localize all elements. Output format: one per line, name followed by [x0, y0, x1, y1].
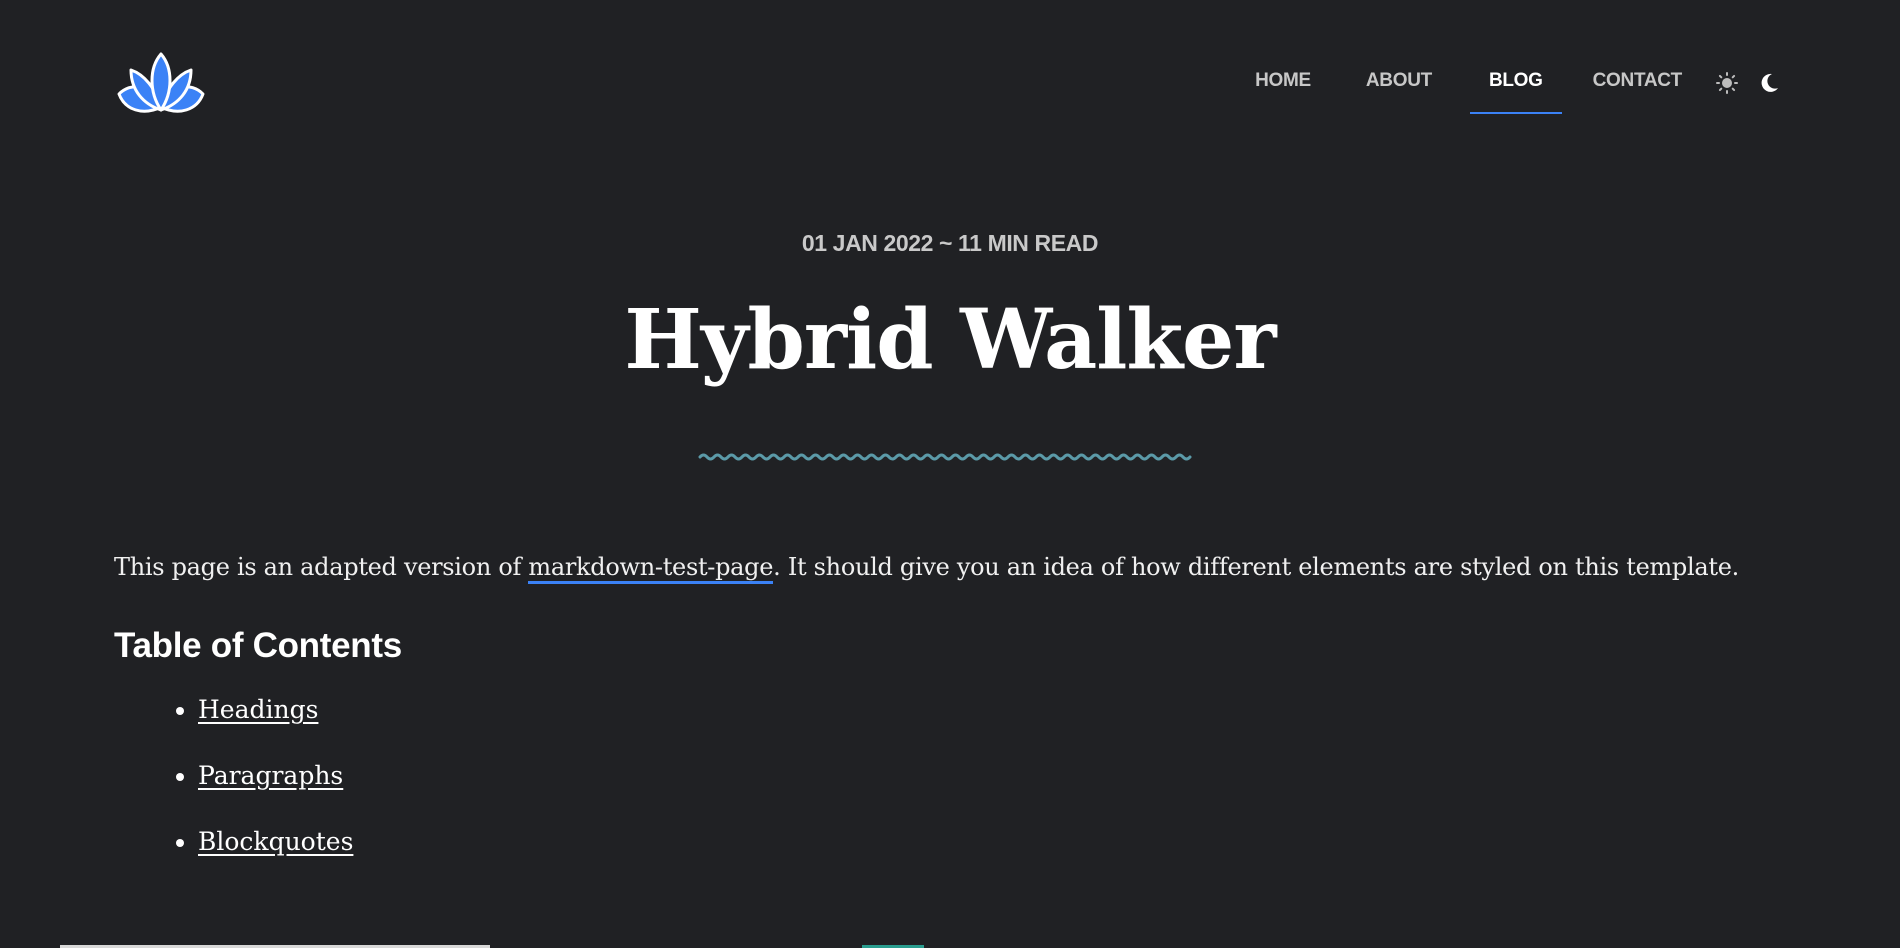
post-content: This page is an adapted version of markd…: [114, 544, 1794, 890]
main-nav: HOME ABOUT BLOG CONTACT: [1255, 60, 1780, 114]
post-meta: 01 JAN 2022 ~ 11 MIN READ: [801, 230, 1099, 256]
intro-text-before: This page is an adapted version of: [114, 553, 529, 581]
toc-item: Paragraphs: [198, 758, 1794, 794]
theme-toggle: [1716, 72, 1780, 94]
toc-item: Headings: [198, 692, 1794, 728]
toc-item: Blockquotes: [198, 824, 1794, 860]
site-header: HOME ABOUT BLOG CONTACT: [0, 0, 1900, 170]
nav-blog[interactable]: BLOG: [1470, 60, 1562, 114]
intro-paragraph: This page is an adapted version of markd…: [114, 544, 1794, 590]
nav-contact[interactable]: CONTACT: [1593, 60, 1683, 106]
toc-link-blockquotes[interactable]: Blockquotes: [198, 827, 353, 856]
toc-list: Headings Paragraphs Blockquotes: [114, 692, 1794, 860]
intro-text-after: . It should give you an idea of how diff…: [773, 553, 1739, 581]
squiggle-divider: [698, 453, 1192, 461]
nav-home[interactable]: HOME: [1255, 60, 1311, 106]
toc-link-paragraphs[interactable]: Paragraphs: [198, 761, 343, 790]
page-title: Hybrid Walker: [624, 292, 1276, 388]
lotus-icon[interactable]: [113, 52, 209, 118]
markdown-test-page-link[interactable]: markdown-test-page: [528, 553, 773, 584]
moon-icon[interactable]: [1758, 72, 1780, 94]
toc-link-headings[interactable]: Headings: [198, 695, 318, 724]
sun-icon[interactable]: [1716, 72, 1738, 94]
toc-heading: Table of Contents: [114, 626, 402, 665]
nav-about[interactable]: ABOUT: [1366, 60, 1432, 106]
